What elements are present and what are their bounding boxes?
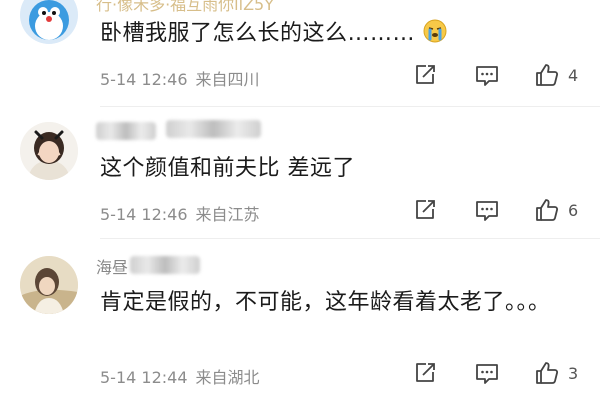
username[interactable]: 海昼 [96, 254, 206, 277]
thumbs-up-icon [536, 362, 559, 384]
like-count: 6 [568, 200, 579, 220]
comment-icon [476, 66, 498, 86]
thumbs-up-icon [536, 64, 559, 86]
username-redacted[interactable] [96, 120, 266, 142]
comment-meta: 5-14 12:46 来自四川 [100, 66, 260, 90]
like-button[interactable]: 6 [534, 196, 578, 224]
comment-actions: 3 [412, 359, 592, 387]
comment-location: 来自湖北 [195, 368, 260, 387]
comment-icon [476, 201, 498, 221]
comment-meta: 5-14 12:46 来自江苏 [100, 201, 260, 225]
username-text: 海昼 [96, 258, 129, 277]
comment-actions: 4 [412, 61, 592, 89]
like-count: 4 [568, 65, 579, 85]
comment-location: 来自四川 [195, 70, 260, 89]
repost-button[interactable] [412, 359, 438, 387]
comment-location: 来自江苏 [195, 205, 260, 224]
divider [100, 106, 600, 107]
comment-icon [476, 364, 498, 384]
like-count: 3 [568, 363, 579, 383]
comment-text: 肯定是假的，不可能，这年龄看着太老了。。。 [100, 290, 551, 315]
comment-date: 5-14 12:46 [100, 205, 188, 224]
comment-meta: 5-14 12:44 来自湖北 [100, 364, 260, 388]
crying-face-emoji [423, 19, 447, 54]
username[interactable]: 行·像禾多·福互雨你llZ5Y [96, 0, 274, 15]
avatar-image [20, 122, 78, 180]
comment-button[interactable] [474, 359, 500, 387]
comment-date: 5-14 12:46 [100, 70, 188, 89]
repost-icon [416, 200, 435, 219]
comment-button[interactable] [474, 196, 500, 224]
avatar[interactable] [20, 122, 78, 180]
repost-icon [416, 65, 435, 84]
divider [100, 238, 600, 239]
comment-text: 这个颜值和前夫比 差远了 [100, 156, 355, 181]
like-button[interactable]: 4 [534, 61, 578, 89]
avatar[interactable] [20, 256, 78, 314]
avatar-image [20, 256, 78, 314]
thumbs-up-icon [536, 199, 559, 221]
repost-button[interactable] [412, 196, 438, 224]
comment-text-content: 卧槽我服了怎么长的这么……… [100, 21, 416, 46]
repost-icon [416, 363, 435, 382]
comment-button[interactable] [474, 61, 500, 89]
like-button[interactable]: 3 [534, 359, 578, 387]
comment-text: 卧槽我服了怎么长的这么……… [100, 17, 570, 54]
avatar[interactable] [20, 0, 78, 44]
avatar-image [20, 0, 78, 44]
comment-date: 5-14 12:44 [100, 368, 188, 387]
comment-actions: 6 [412, 196, 592, 224]
repost-button[interactable] [412, 61, 438, 89]
